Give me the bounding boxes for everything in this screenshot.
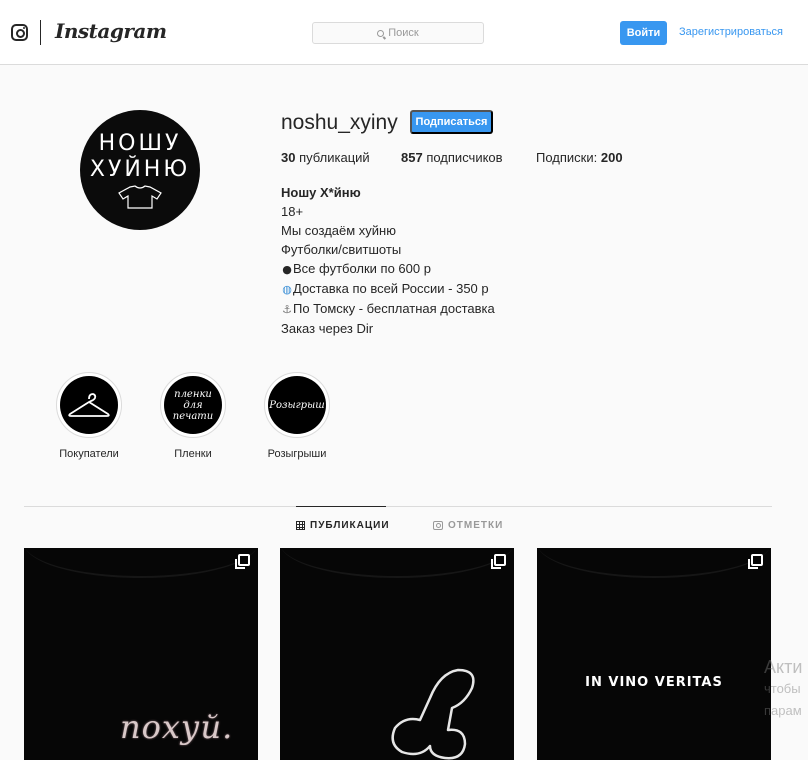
signup-link[interactable]: Зарегистрироваться [679, 26, 783, 38]
tshirt-collar [24, 548, 258, 578]
active-tab-indicator [296, 506, 386, 507]
post-print-graphic [391, 668, 475, 760]
instagram-wordmark[interactable]: Instagram [55, 19, 167, 43]
carousel-icon [748, 554, 763, 569]
bio-line: ⚓По Томску - бесплатная доставка [281, 299, 495, 319]
tagged-icon [433, 521, 443, 530]
black-circle-icon: ● [282, 263, 292, 276]
post-thumbnail[interactable]: похуй. [24, 548, 258, 760]
globe-icon: ◍ [282, 283, 292, 296]
grid-icon [296, 521, 305, 530]
bio-line: Мы создаём хуйню [281, 223, 396, 238]
highlight-label: Покупатели [59, 448, 119, 460]
highlight-label: Розыгрыши [267, 448, 327, 460]
activation-watermark: Акти чтобы парам [764, 657, 803, 718]
bio-line: ●Все футболки по 600 р [281, 259, 495, 279]
tshirt-collar [537, 548, 771, 578]
post-thumbnail[interactable]: IN VINO VERITAS [537, 548, 771, 760]
post-thumbnail[interactable] [280, 548, 514, 760]
tab-tagged[interactable]: ОТМЕТКИ [433, 520, 503, 531]
highlight-label: Пленки [174, 448, 212, 460]
post-print-text: похуй. [120, 708, 234, 746]
tab-posts[interactable]: ПУБЛИКАЦИИ [296, 520, 390, 531]
bio-line: 18+ [281, 204, 304, 219]
highlight-cover-text: пленки для печати [172, 388, 214, 422]
top-navigation-bar: Instagram Поиск Войти Зарегистрироваться [0, 0, 808, 65]
followers-count[interactable]: 857 подписчиков [401, 150, 503, 165]
profile-avatar[interactable]: НОШУ ХУЙНЮ [80, 110, 200, 230]
following-count[interactable]: Подписки: 200 [536, 150, 623, 165]
profile-bio: Ношу Х*йню 18+ Мы создаём хуйню Футболки… [281, 183, 495, 338]
anchor-icon: ⚓ [282, 303, 292, 316]
highlight-ring: Розыгрыш [264, 372, 330, 438]
search-input[interactable]: Поиск [312, 22, 484, 44]
search-placeholder: Поиск [388, 27, 419, 39]
profile-username: noshu_xyiny [281, 111, 398, 134]
post-print-text: IN VINO VERITAS [585, 675, 723, 690]
tshirt-icon [118, 185, 162, 209]
instagram-logo-icon[interactable] [11, 24, 28, 41]
hanger-icon [68, 393, 110, 417]
login-button[interactable]: Войти [620, 21, 667, 45]
bio-line: Заказ через Dir [281, 321, 374, 336]
follow-button[interactable]: Подписаться [410, 110, 493, 134]
bio-full-name: Ношу Х*йню [281, 185, 361, 200]
tabs-divider [24, 506, 772, 507]
highlight-ring [56, 372, 122, 438]
search-icon [377, 29, 385, 37]
avatar-text-line2: ХУЙНЮ [89, 157, 191, 182]
highlight-cover: пленки для печати [164, 376, 222, 434]
highlight-buyers[interactable]: Покупатели [54, 372, 124, 460]
bio-line: ◍Доставка по всей России - 350 р [281, 279, 495, 299]
highlight-cover: Розыгрыш [268, 376, 326, 434]
highlight-cover [60, 376, 118, 434]
highlight-cover-text: Розыгрыш [269, 399, 325, 411]
highlight-ring: пленки для печати [160, 372, 226, 438]
carousel-icon [235, 554, 250, 569]
bio-line: Футболки/свитшоты [281, 242, 402, 257]
highlight-films[interactable]: пленки для печати Пленки [158, 372, 228, 460]
posts-count: 30 публикаций [281, 150, 370, 165]
avatar-text-line1: НОШУ [98, 131, 182, 156]
highlight-giveaways[interactable]: Розыгрыш Розыгрыши [262, 372, 332, 460]
logo-divider [40, 20, 41, 45]
